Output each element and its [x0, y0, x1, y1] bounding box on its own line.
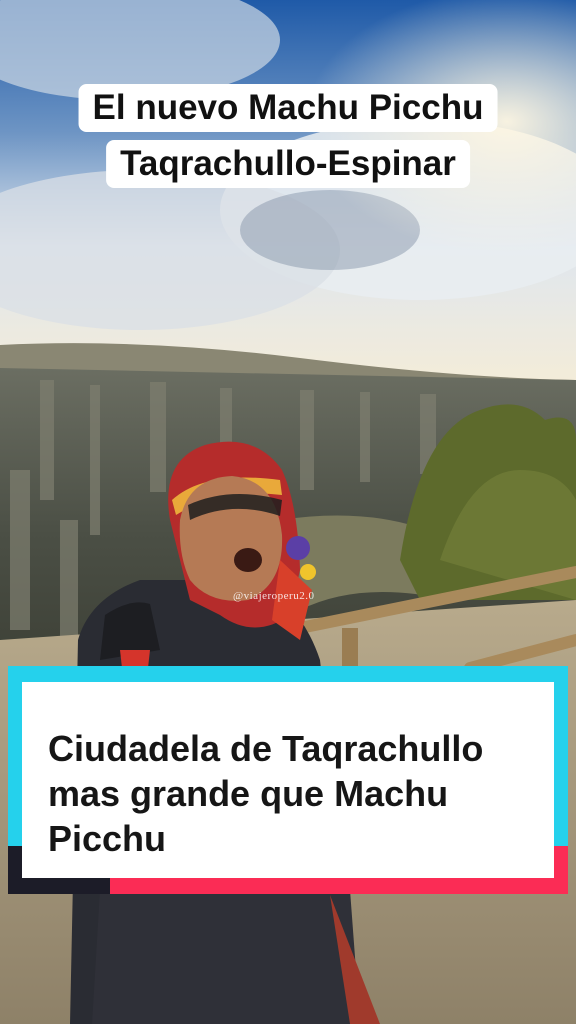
creator-watermark: @viajeroperu2.0 — [233, 590, 315, 602]
video-title-line-2: Taqrachullo-Espinar — [106, 140, 470, 188]
caption-card: Ciudadela de Taqrachullo mas grande que … — [8, 666, 568, 894]
caption-text: Ciudadela de Taqrachullo mas grande que … — [48, 728, 484, 859]
video-title-line-1: El nuevo Machu Picchu — [78, 84, 498, 132]
caption-box: Ciudadela de Taqrachullo mas grande que … — [22, 682, 554, 878]
